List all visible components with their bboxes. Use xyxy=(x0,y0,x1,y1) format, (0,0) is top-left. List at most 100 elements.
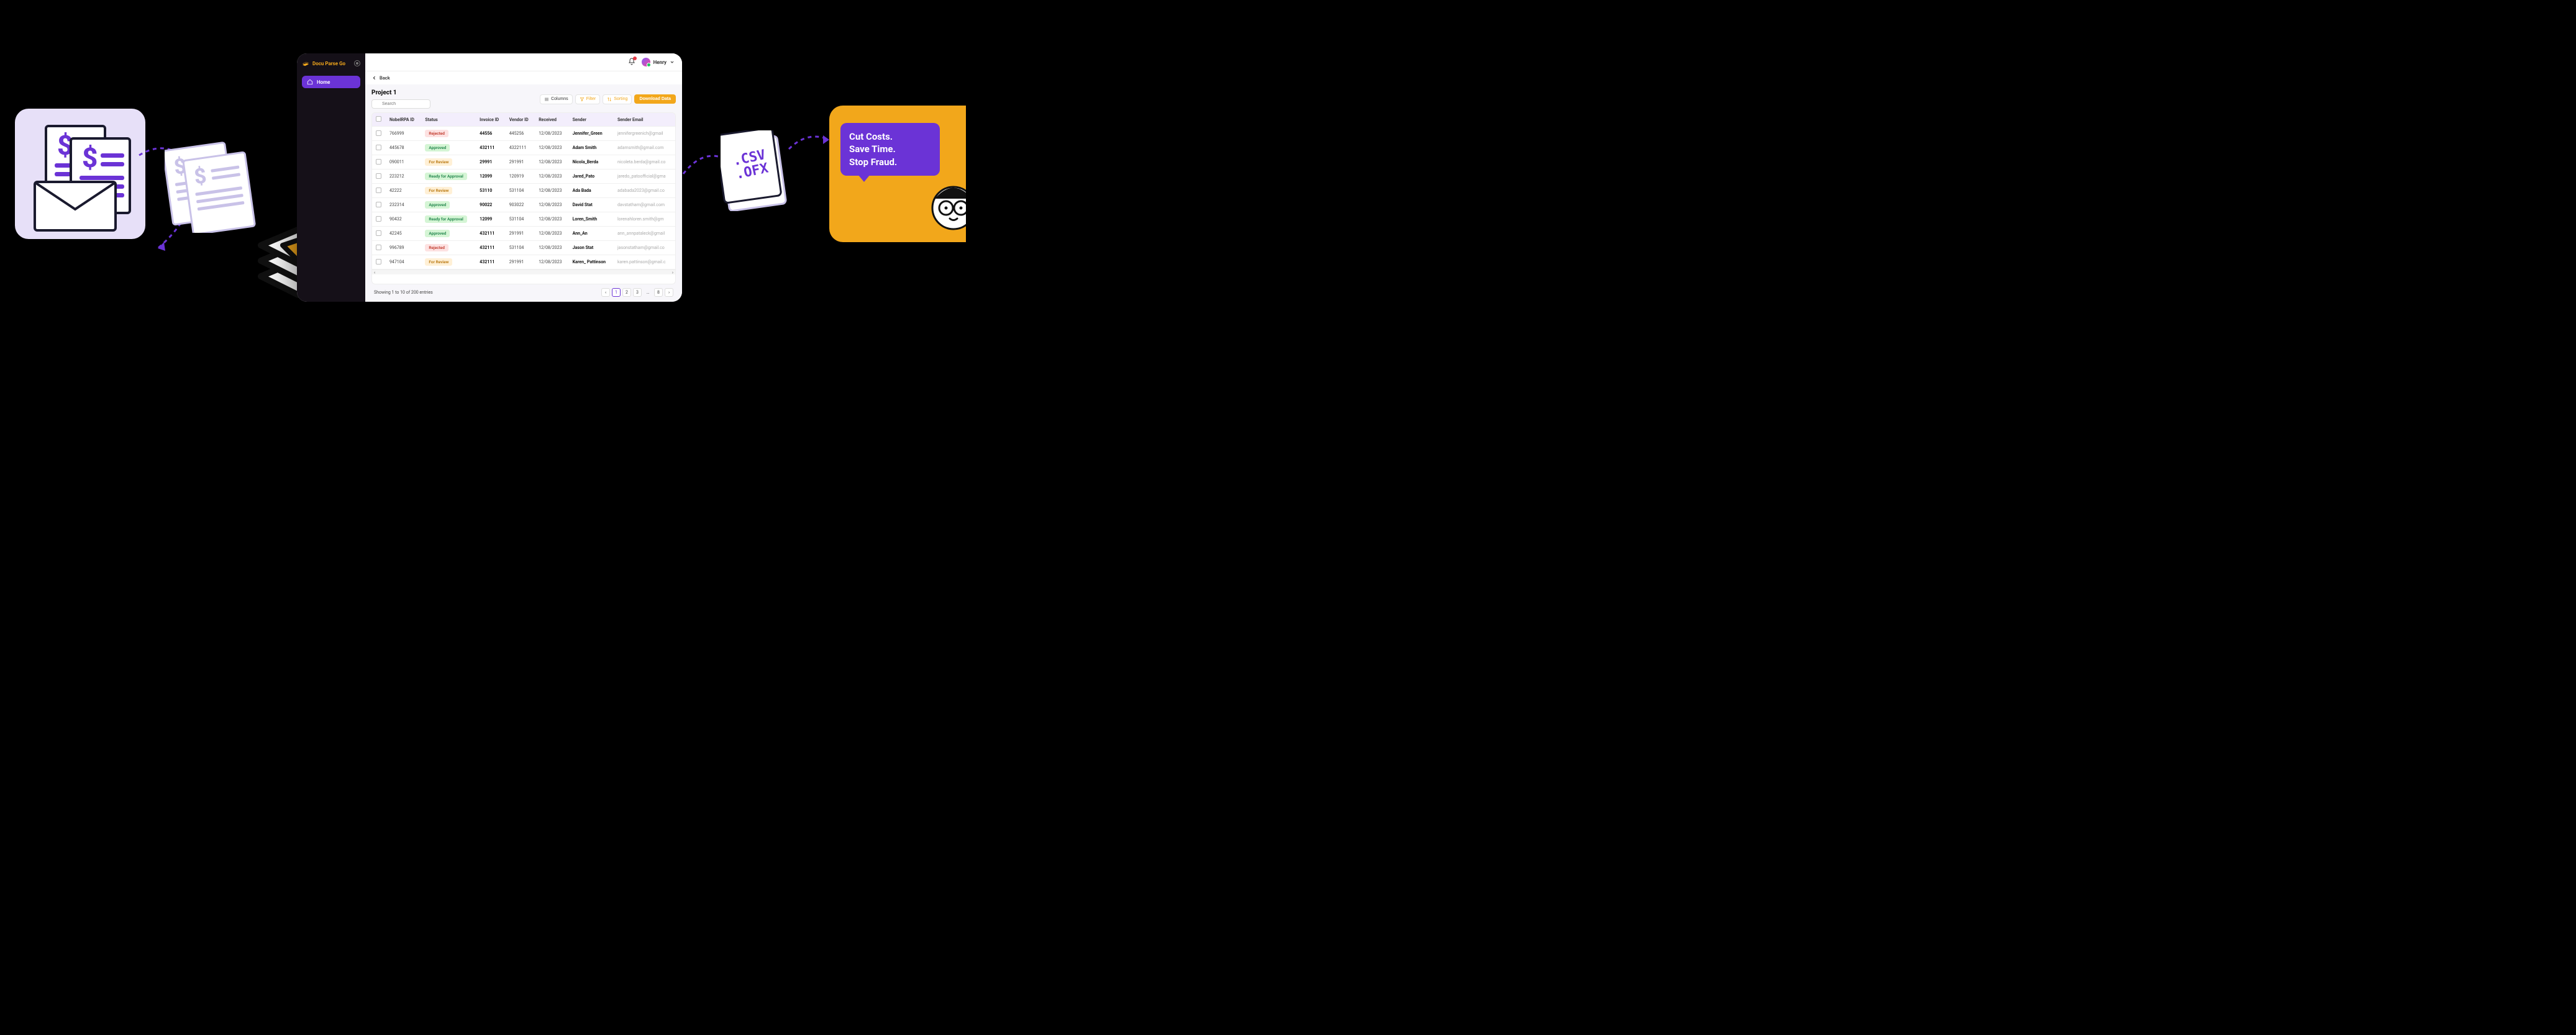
sidebar-collapse-icon[interactable] xyxy=(354,60,360,66)
table-row[interactable]: 947104For Review43211129199112/08/2023Ka… xyxy=(372,255,675,269)
col-email[interactable]: Sender Email xyxy=(614,113,675,127)
filter-button[interactable]: Filter xyxy=(575,94,601,104)
notifications-button[interactable] xyxy=(628,58,635,66)
page-2[interactable]: 2 xyxy=(622,288,631,297)
cell-invoice: 12099 xyxy=(476,169,506,184)
cell-invoice: 432111 xyxy=(476,255,506,269)
filter-label: Filter xyxy=(586,97,596,101)
table-row[interactable]: 223212Ready for Approval1209912091912/08… xyxy=(372,169,675,184)
page-next[interactable]: › xyxy=(665,288,673,297)
cell-status: Ready for Approval xyxy=(421,212,476,227)
pagination-summary: Showing 1 to 10 of 200 entries xyxy=(374,290,433,295)
pagination: ‹123…8› xyxy=(601,288,673,297)
content: Project 1 Columns Filter xyxy=(365,84,682,302)
sorting-button[interactable]: Sorting xyxy=(603,94,632,104)
back-bar[interactable]: Back xyxy=(365,71,682,84)
cell-sender: Jared_Pato xyxy=(569,169,614,184)
table-footer: Showing 1 to 10 of 200 entries ‹123…8› xyxy=(371,284,676,297)
cell-id: 223212 xyxy=(386,169,421,184)
sidebar-item-home[interactable]: Home xyxy=(302,76,360,88)
row-checkbox[interactable] xyxy=(376,173,381,179)
table-row[interactable]: 996789Rejected43211153110412/08/2023Jaso… xyxy=(372,241,675,255)
promo-line-1: Cut Costs. xyxy=(849,130,931,143)
page-prev[interactable]: ‹ xyxy=(601,288,610,297)
cell-id: 996789 xyxy=(386,241,421,255)
cell-invoice: 29991 xyxy=(476,155,506,169)
promo-line-3: Stop Fraud. xyxy=(849,156,931,168)
notification-dot xyxy=(633,56,637,60)
cell-email: adamsmith@gmail.com xyxy=(614,141,675,155)
col-id[interactable]: NobelRPA ID xyxy=(386,113,421,127)
page-8[interactable]: 8 xyxy=(654,288,663,297)
brand-name: Docu Parse Go xyxy=(312,61,345,66)
cell-id: 766999 xyxy=(386,127,421,141)
cell-status: Ready for Approval xyxy=(421,169,476,184)
cell-id: 90432 xyxy=(386,212,421,227)
table-row[interactable]: 232314Approved9002290302212/08/2023David… xyxy=(372,198,675,212)
cell-id: 42222 xyxy=(386,184,421,198)
search-input[interactable] xyxy=(371,99,430,109)
page-1[interactable]: 1 xyxy=(612,288,621,297)
columns-button[interactable]: Columns xyxy=(540,94,573,104)
back-label: Back xyxy=(380,75,390,81)
cell-status: Approved xyxy=(421,227,476,241)
cell-email: lorenahloren.smith@gm xyxy=(614,212,675,227)
status-badge: For Review xyxy=(425,158,452,166)
row-checkbox[interactable] xyxy=(376,216,381,222)
horizontal-scrollbar[interactable] xyxy=(372,269,675,274)
cell-received: 12/08/2023 xyxy=(535,212,568,227)
row-checkbox[interactable] xyxy=(376,230,381,236)
cell-vendor: 531104 xyxy=(506,241,535,255)
row-checkbox[interactable] xyxy=(376,245,381,250)
flow-arrow-3 xyxy=(786,124,835,161)
cell-received: 12/08/2023 xyxy=(535,169,568,184)
cell-email: jasonstatham@gmail.co xyxy=(614,241,675,255)
status-badge: Rejected xyxy=(425,244,448,251)
table-row[interactable]: 42245Approved43211129199112/08/2023Ann_A… xyxy=(372,227,675,241)
col-received[interactable]: Received xyxy=(535,113,568,127)
table-row[interactable]: 90432Ready for Approval1209953110412/08/… xyxy=(372,212,675,227)
speech-bubble: Cut Costs. Save Time. Stop Fraud. xyxy=(840,123,940,176)
cell-vendor: 291991 xyxy=(506,227,535,241)
col-sender[interactable]: Sender xyxy=(569,113,614,127)
svg-text:$: $ xyxy=(82,142,98,174)
table-row[interactable]: 445678Approved432111432211112/08/2023Ada… xyxy=(372,141,675,155)
export-card: .CSV .OFX xyxy=(721,130,789,211)
row-checkbox[interactable] xyxy=(376,188,381,193)
user-menu[interactable]: Henry xyxy=(642,58,675,66)
cell-email: ann_annpataleck@gmail xyxy=(614,227,675,241)
cell-email: nicoleta.berda@gmail.co xyxy=(614,155,675,169)
data-table: NobelRPA ID Status Invoice ID Vendor ID … xyxy=(371,112,676,284)
col-vendor[interactable]: Vendor ID xyxy=(506,113,535,127)
app-window: Docu Parse Go Home Henry xyxy=(297,53,682,302)
cell-vendor: 291991 xyxy=(506,155,535,169)
flying-docs-illustration: $ $ xyxy=(165,140,258,233)
download-button[interactable]: Download Data xyxy=(634,94,676,104)
table-row[interactable]: 42222For Review5311053110412/08/2023Ada … xyxy=(372,184,675,198)
columns-icon xyxy=(544,97,549,102)
cell-invoice: 53110 xyxy=(476,184,506,198)
cell-vendor: 445256 xyxy=(506,127,535,141)
select-all-checkbox[interactable] xyxy=(376,116,381,122)
page-…: … xyxy=(644,288,652,297)
row-checkbox[interactable] xyxy=(376,145,381,150)
col-status[interactable]: Status xyxy=(421,113,476,127)
col-invoice[interactable]: Invoice ID xyxy=(476,113,506,127)
row-checkbox[interactable] xyxy=(376,159,381,165)
row-checkbox[interactable] xyxy=(376,130,381,136)
row-checkbox[interactable] xyxy=(376,259,381,264)
person-illustration xyxy=(922,174,966,236)
table-row[interactable]: 090011For Review2999129199112/08/2023Nic… xyxy=(372,155,675,169)
cell-invoice: 432111 xyxy=(476,141,506,155)
cell-id: 42245 xyxy=(386,227,421,241)
cell-vendor: 531104 xyxy=(506,212,535,227)
cell-status: For Review xyxy=(421,155,476,169)
cell-received: 12/08/2023 xyxy=(535,141,568,155)
cell-received: 12/08/2023 xyxy=(535,198,568,212)
page-title: Project 1 xyxy=(371,89,430,96)
table-row[interactable]: 766999Rejected4455644525612/08/2023Jenni… xyxy=(372,127,675,141)
page-3[interactable]: 3 xyxy=(633,288,642,297)
row-checkbox[interactable] xyxy=(376,202,381,207)
cell-email: jaredo_patoofficial@gma xyxy=(614,169,675,184)
cell-sender: Ada Bada xyxy=(569,184,614,198)
